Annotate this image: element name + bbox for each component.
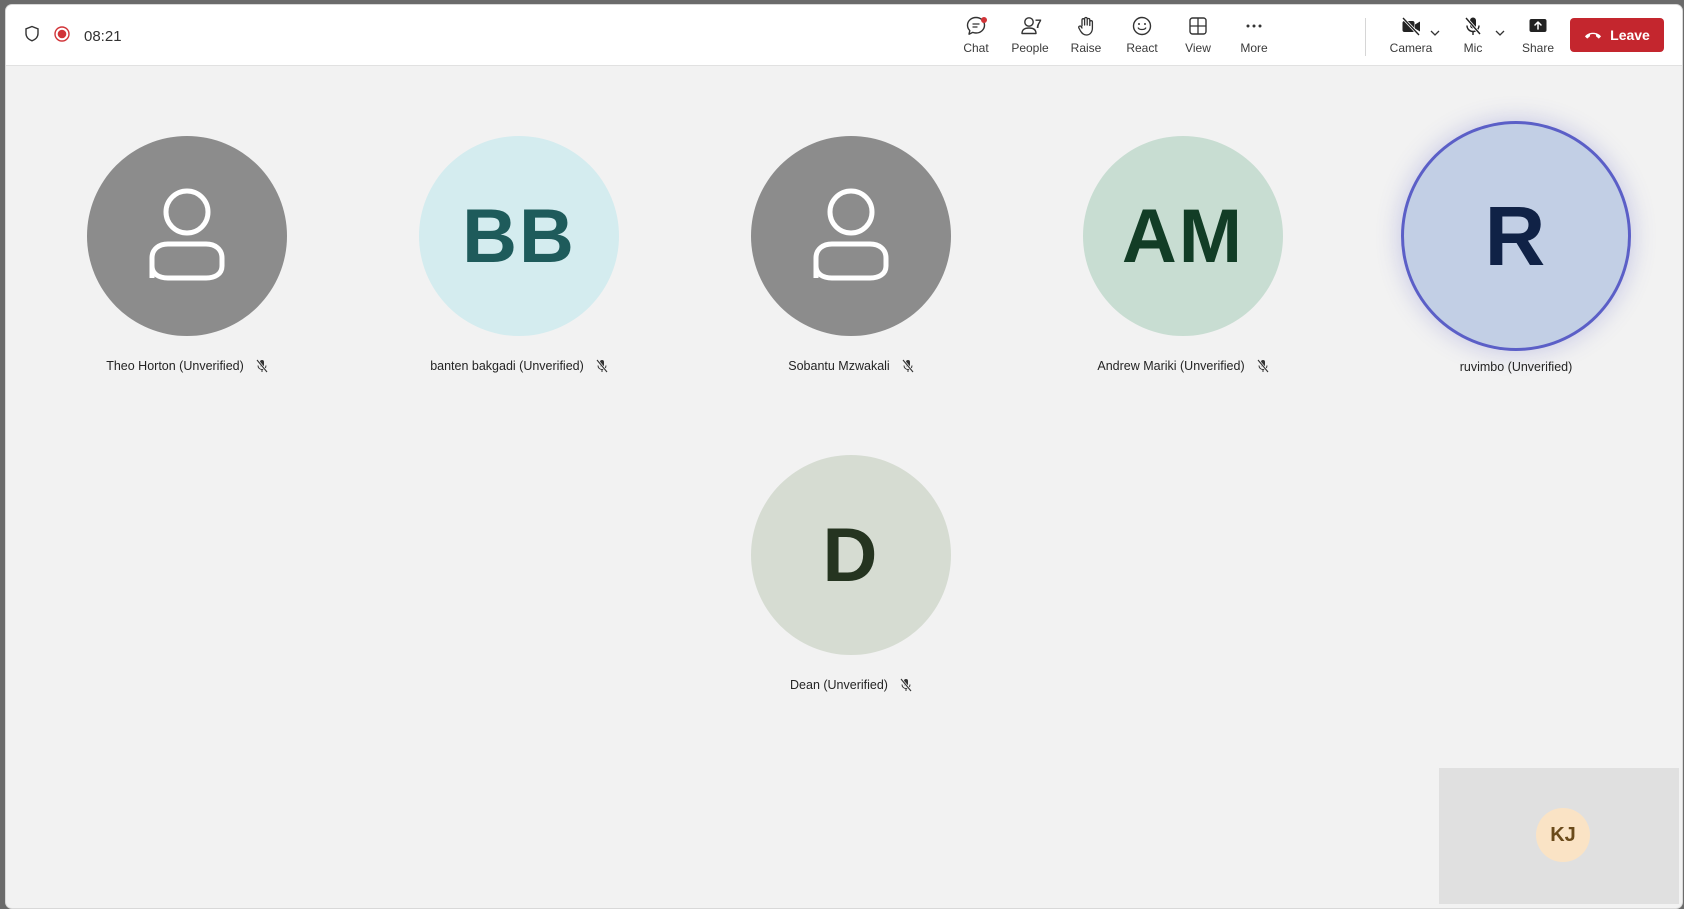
participant-tile[interactable]: AM Andrew Mariki (Unverified) [1068,136,1298,373]
mic-muted-icon [1256,359,1269,373]
recording-icon [54,25,70,47]
participant-avatar: AM [1083,136,1283,336]
mic-muted-icon [901,359,914,373]
chat-notification-dot [981,17,987,23]
meeting-status: 08:21 [24,25,122,47]
share-icon [1529,19,1547,32]
camera-off-icon [1401,16,1421,37]
participant-avatar: BB [419,136,619,336]
mic-muted-icon [900,678,912,692]
more-icon [1246,24,1262,28]
participant-tile-active-speaker[interactable]: R ruvimbo (Unverified) [1400,124,1632,374]
mic-button[interactable]: Mic [1445,15,1501,61]
react-label: React [1126,41,1158,55]
default-person-avatar-icon [87,136,287,336]
react-button[interactable]: React [1114,15,1170,61]
mic-muted-icon [595,359,608,373]
participant-name: banten bakgadi (Unverified) [404,359,634,373]
camera-label: Camera [1389,41,1433,55]
self-avatar: KJ [1536,808,1590,862]
participant-name: Sobantu Mzwakali [736,359,966,373]
raise-label: Raise [1070,41,1102,55]
participant-name: Andrew Mariki (Unverified) [1068,359,1298,373]
participant-name: Theo Horton (Unverified) [72,359,302,373]
toolbar-divider [1365,18,1366,56]
participant-tile[interactable]: Theo Horton (Unverified) [72,136,302,373]
chat-label: Chat [963,41,989,55]
participant-tile[interactable]: BB banten bakgadi (Unverified) [404,136,634,373]
default-person-avatar-icon [751,136,951,336]
participant-name: ruvimbo (Unverified) [1459,360,1573,374]
participant-tile[interactable]: D Dean (Unverified) [736,455,966,692]
hang-up-icon [1585,32,1602,39]
people-button[interactable]: 7 People [1002,15,1058,61]
camera-options-chevron-icon[interactable] [1429,27,1441,39]
more-button[interactable]: More [1226,15,1282,61]
participant-name: Dean (Unverified) [736,678,966,692]
view-label: View [1185,41,1211,55]
more-label: More [1240,41,1268,55]
participant-avatar: D [751,455,951,655]
leave-label: Leave [1610,27,1650,43]
chat-button[interactable]: Chat [948,15,1004,61]
mic-muted-icon [255,359,268,373]
mic-off-icon [1464,17,1482,35]
people-count: 7 [1035,17,1042,31]
grid-view-icon [1189,17,1207,35]
share-label: Share [1521,41,1555,55]
view-button[interactable]: View [1170,15,1226,61]
mic-label: Mic [1463,41,1483,55]
smiley-icon [1132,16,1152,36]
meeting-timer: 08:21 [84,27,122,45]
meeting-window: 08:21 Chat 7 People Raise React View Mor… [6,5,1682,908]
leave-button[interactable]: Leave [1570,18,1664,52]
raise-hand-button[interactable]: Raise [1058,15,1114,61]
mic-options-chevron-icon[interactable] [1494,27,1506,39]
self-view-preview[interactable]: KJ [1439,768,1679,904]
people-label: People [1011,41,1049,55]
share-button[interactable]: Share [1510,15,1566,61]
meeting-toolbar: 08:21 Chat 7 People Raise React View Mor… [6,5,1682,66]
participant-avatar: R [1404,124,1628,348]
shield-icon[interactable] [24,25,40,47]
participant-tile[interactable]: Sobantu Mzwakali [736,136,966,373]
hand-icon [1078,16,1094,36]
